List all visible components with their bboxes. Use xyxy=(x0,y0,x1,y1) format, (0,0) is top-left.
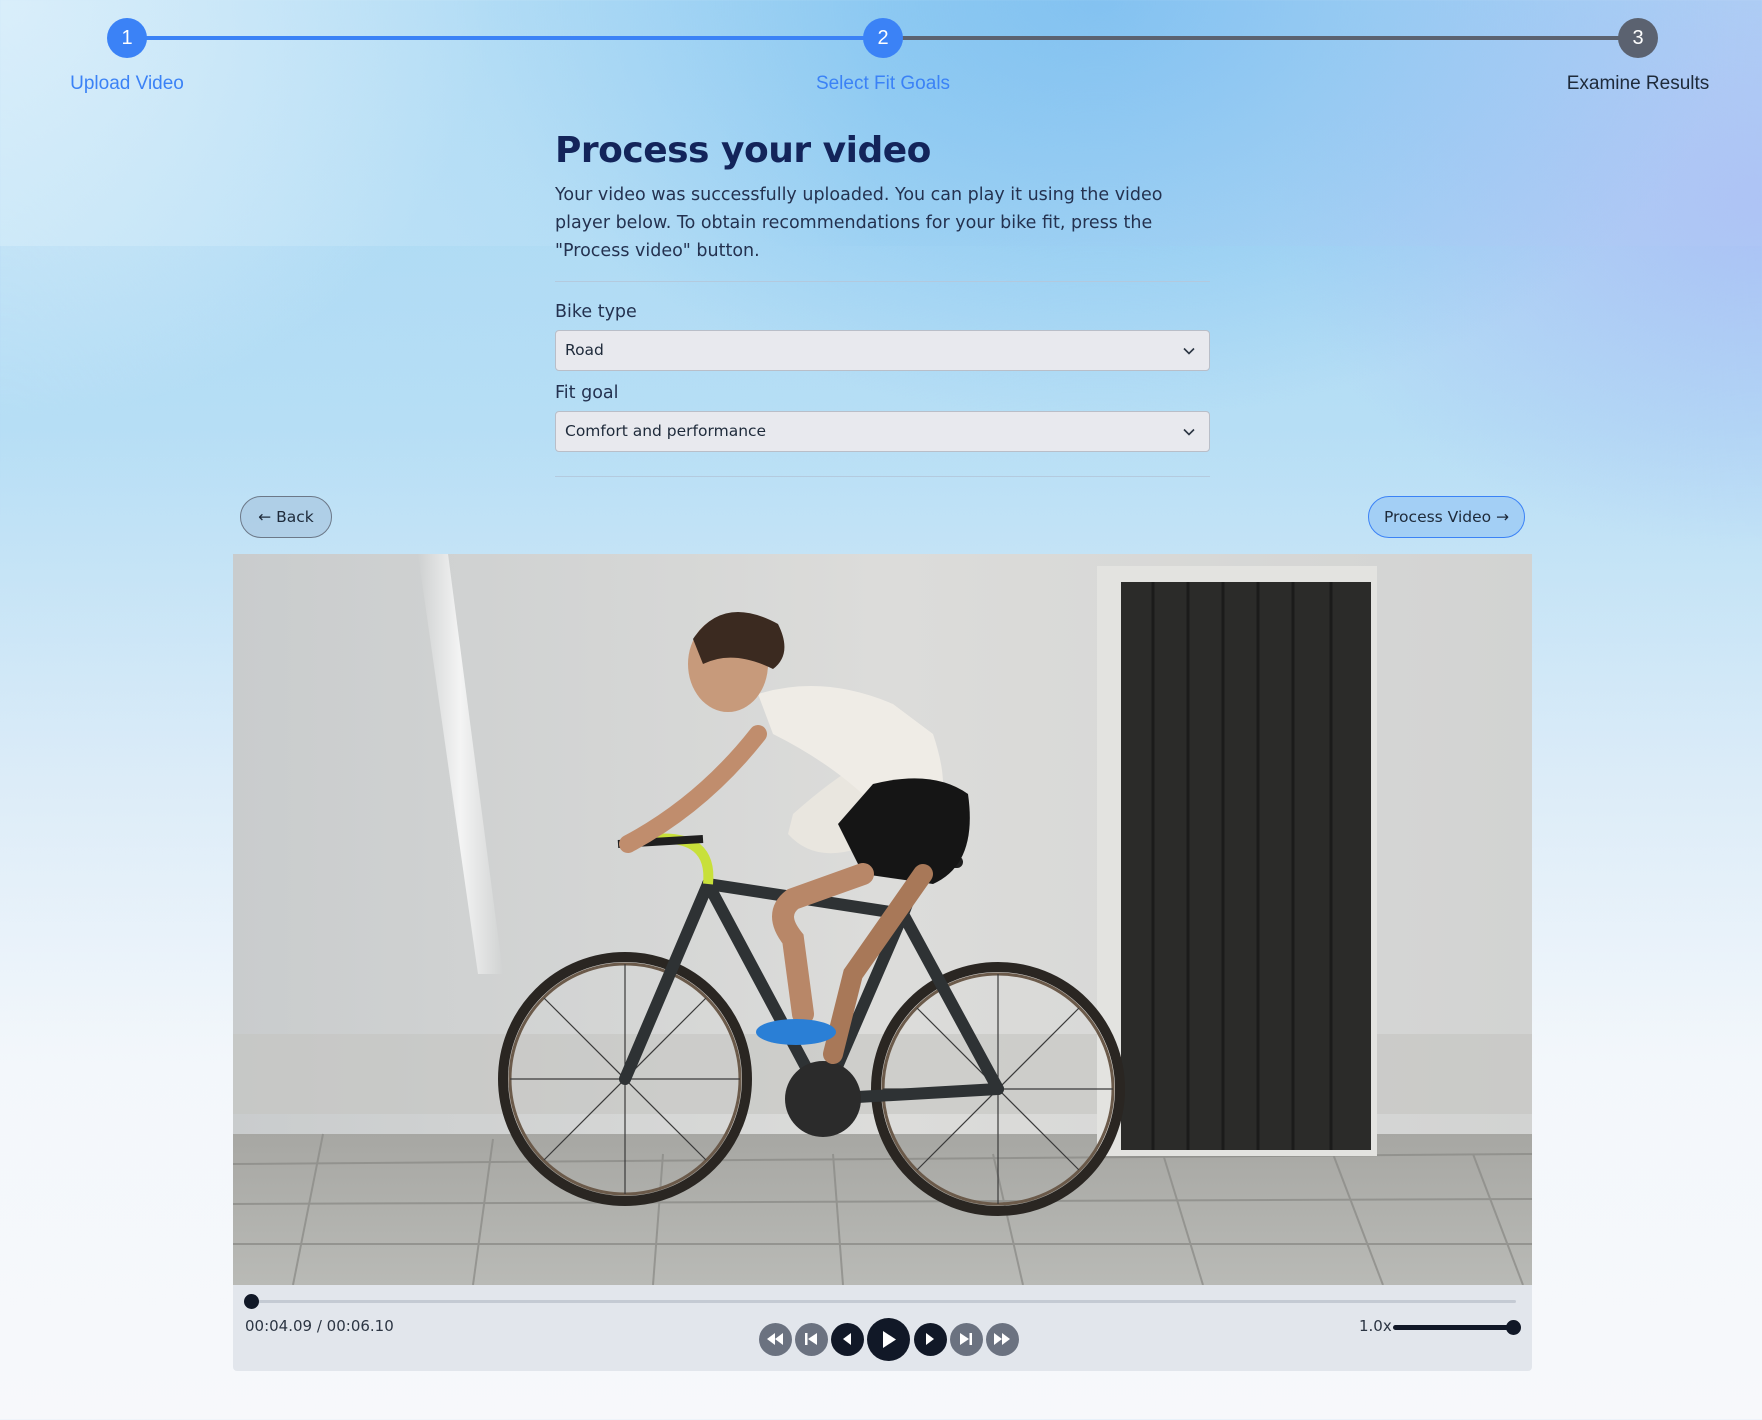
play-icon[interactable] xyxy=(867,1317,910,1361)
time-display: 00:04.09 / 00:06.10 xyxy=(245,1317,394,1335)
back-button[interactable]: ← Back xyxy=(240,496,332,538)
page-description: Your video was successfully uploaded. Yo… xyxy=(555,185,1163,261)
playback-speed-label: 1.0x xyxy=(1359,1317,1392,1335)
process-form: Process your video Your video was succes… xyxy=(555,130,1210,477)
skip-back-icon[interactable] xyxy=(794,1322,828,1356)
divider xyxy=(555,476,1210,477)
playback-speed-slider[interactable] xyxy=(1393,1320,1521,1335)
playback-buttons xyxy=(757,1317,1020,1361)
video-controls: 00:04.09 / 00:06.10 1.0x xyxy=(233,1285,1532,1371)
step-label: Examine Results xyxy=(1566,73,1710,94)
step-label: Upload Video xyxy=(70,73,184,94)
bike-type-value: Road xyxy=(565,341,604,359)
step-number: 2 xyxy=(863,18,903,58)
step-number: 3 xyxy=(1618,18,1658,58)
skip-forward-icon[interactable] xyxy=(949,1322,983,1356)
fit-goal-select[interactable]: Comfort and performance xyxy=(555,411,1210,452)
step-select-fit-goals[interactable]: 2 Select Fit Goals xyxy=(733,18,1033,95)
speed-slider-handle[interactable] xyxy=(1506,1320,1521,1335)
step-upload-video[interactable]: 1 Upload Video xyxy=(0,18,277,95)
chevron-down-icon xyxy=(1183,428,1195,436)
video-frame xyxy=(233,554,1532,1285)
fast-forward-icon[interactable] xyxy=(985,1322,1019,1356)
step-forward-icon[interactable] xyxy=(913,1322,947,1356)
fit-goal-label: Fit goal xyxy=(555,383,619,403)
step-examine-results[interactable]: 3 Examine Results xyxy=(1488,18,1762,95)
progress-stepper: 1 Upload Video 2 Select Fit Goals 3 Exam… xyxy=(0,0,1762,110)
bike-type-label: Bike type xyxy=(555,302,637,322)
step-number: 1 xyxy=(107,18,147,58)
fast-rewind-icon[interactable] xyxy=(758,1322,792,1356)
process-video-button[interactable]: Process Video → xyxy=(1368,496,1525,538)
step-back-icon[interactable] xyxy=(830,1322,864,1356)
video-player[interactable] xyxy=(233,554,1532,1285)
bike-type-select[interactable]: Road xyxy=(555,330,1210,371)
seek-handle[interactable] xyxy=(244,1294,259,1309)
fit-goal-value: Comfort and performance xyxy=(565,422,767,440)
divider xyxy=(555,281,1210,282)
page-title: Process your video xyxy=(555,130,931,171)
chevron-down-icon xyxy=(1183,347,1195,355)
step-label: Select Fit Goals xyxy=(815,73,951,94)
seek-bar[interactable] xyxy=(244,1294,1516,1309)
